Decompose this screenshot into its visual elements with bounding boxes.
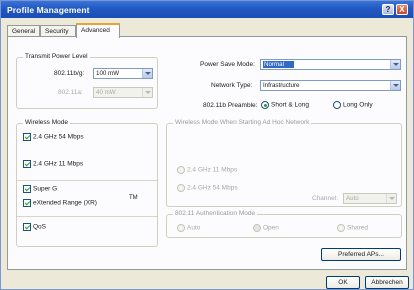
radio-icon	[337, 224, 345, 232]
wm-54-checkbox[interactable]: 2.4 GHz 54 Mbps	[23, 133, 84, 143]
super-g-checkbox[interactable]: Super G	[23, 185, 57, 195]
adhoc-mode-group: Wireless Mode When Starting Ad Hoc Netwo…	[166, 119, 402, 207]
radio-selected-icon	[261, 101, 269, 109]
radio-icon	[333, 101, 341, 109]
cancel-button[interactable]: Abbrechen	[365, 276, 409, 289]
bg-power-select[interactable]: 100 mW	[93, 68, 153, 79]
transmit-power-title: Transmit Power Level	[23, 53, 90, 60]
checkbox-checked-icon	[23, 199, 31, 207]
chevron-down-icon	[390, 81, 400, 90]
chevron-down-icon	[386, 194, 396, 203]
preamble-short-long-radio[interactable]: Short & Long	[261, 101, 309, 109]
radio-icon	[177, 166, 185, 174]
qos-checkbox[interactable]: QoS	[23, 223, 46, 233]
adhoc-11-radio[interactable]: 2.4 GHz 11 Mbps	[177, 166, 237, 174]
wireless-mode-title: Wireless Mode	[23, 119, 70, 126]
window-title: Profile Management	[7, 5, 90, 15]
wireless-mode-group: Wireless Mode 2.4 GHz 54 Mbps 2.4 GHz 11…	[16, 119, 158, 247]
power-save-select[interactable]: Normal	[260, 59, 401, 70]
advanced-panel: Transmit Power Level 802.11b/g: 100 mW 8…	[7, 36, 407, 270]
a-label: 802.11a:	[58, 89, 83, 96]
checkbox-checked-icon	[23, 223, 31, 231]
chevron-down-icon	[142, 69, 152, 78]
transmit-power-group: Transmit Power Level 802.11b/g: 100 mW 8…	[16, 53, 158, 109]
chevron-down-icon	[390, 60, 400, 69]
preferred-aps-button[interactable]: Preferred APs...	[321, 248, 401, 261]
divider	[17, 180, 157, 181]
auth-open-radio[interactable]: Open	[253, 224, 279, 232]
auth-shared-radio[interactable]: Shared	[337, 224, 368, 232]
channel-label: Channel:	[312, 195, 339, 202]
channel-select[interactable]: Auto	[343, 193, 397, 204]
profile-management-window: Profile Management ? X General Security …	[0, 0, 414, 290]
help-button[interactable]: ?	[382, 4, 394, 15]
close-button[interactable]: X	[396, 4, 408, 15]
chevron-down-icon	[142, 88, 152, 97]
radio-icon	[177, 224, 185, 232]
adhoc-mode-title: Wireless Mode When Starting Ad Hoc Netwo…	[173, 119, 312, 126]
checkbox-checked-icon	[23, 133, 31, 141]
checkbox-checked-icon	[23, 160, 31, 168]
title-bar: Profile Management ? X	[1, 1, 413, 18]
auth-mode-title: 802.11 Authentication Mode	[173, 210, 258, 217]
preamble-label: 802.11b Preamble:	[203, 102, 258, 109]
auth-mode-group: 802.11 Authentication Mode Auto Open Sha…	[166, 210, 402, 238]
network-type-label: Network Type:	[211, 82, 253, 89]
tab-advanced[interactable]: Advanced	[76, 23, 120, 38]
adhoc-54-radio[interactable]: 2.4 GHz 54 Mbps	[177, 184, 238, 192]
auth-auto-radio[interactable]: Auto	[177, 224, 200, 232]
radio-icon	[177, 184, 185, 192]
divider	[17, 216, 157, 217]
power-save-label: Power Save Mode:	[200, 61, 255, 68]
network-type-select[interactable]: Infrastructure	[260, 80, 401, 91]
a-power-select[interactable]: 40 mW	[93, 87, 153, 98]
radio-selected-icon	[253, 224, 261, 232]
xr-checkbox[interactable]: eXtended Range (XR)	[23, 199, 97, 209]
checkbox-checked-icon	[23, 185, 31, 193]
bg-label: 802.11b/g:	[54, 70, 85, 77]
wm-11-checkbox[interactable]: 2.4 GHz 11 Mbps	[23, 160, 83, 170]
preamble-long-only-radio[interactable]: Long Only	[333, 101, 373, 109]
ok-button[interactable]: OK	[326, 276, 360, 289]
tm-mark: TM	[129, 195, 138, 201]
